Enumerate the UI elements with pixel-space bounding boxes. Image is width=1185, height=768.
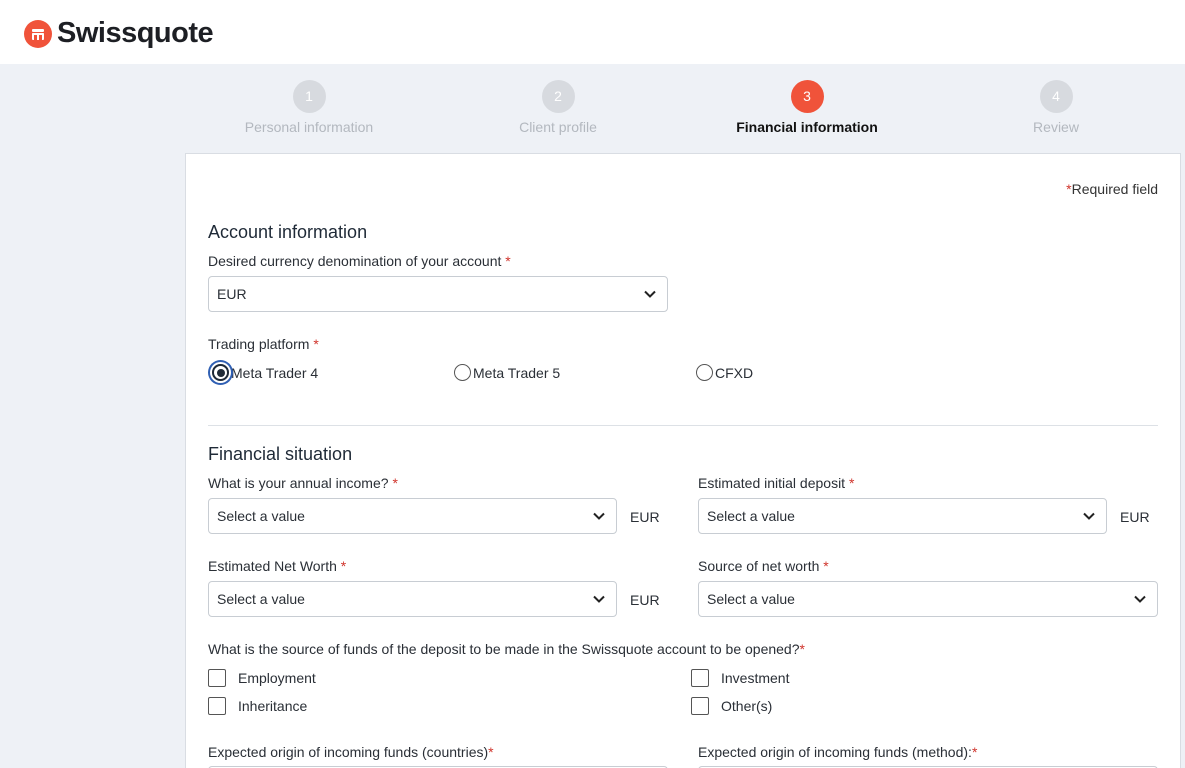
currency-label: Desired currency denomination of your ac… [208,253,511,269]
chevron-down-icon [593,512,605,520]
source-of-funds-label: What is the source of funds of the depos… [208,641,805,657]
step-label: Review [1033,119,1079,135]
radio-meta-trader-4[interactable]: Meta Trader 4 [212,364,318,381]
source-net-worth-label: Source of net worth * [698,558,829,574]
step-client-profile: 2 Client profile [458,80,658,135]
radio-unchecked-icon[interactable] [454,364,471,381]
checkbox-icon[interactable] [691,697,709,715]
net-worth-select-value: Select a value [217,591,305,607]
financial-information-form: *Required field Account information Desi… [185,153,1181,768]
radio-checked-icon[interactable] [212,364,229,381]
progress-stepper: 1 Personal information 2 Client profile … [185,80,1181,146]
swissquote-logo-icon [24,19,52,48]
step-personal-information: 1 Personal information [209,80,409,135]
net-worth-select[interactable]: Select a value [208,581,617,617]
top-bar: Swissquote [0,0,1185,64]
checkbox-inheritance[interactable]: Inheritance [208,697,307,715]
checkbox-icon[interactable] [208,697,226,715]
step-financial-information: 3 Financial information [707,80,907,135]
chevron-down-icon [1134,595,1146,603]
origin-countries-label: Expected origin of incoming funds (count… [208,744,494,760]
chevron-down-icon [644,290,656,298]
radio-cfxd[interactable]: CFXD [696,364,753,381]
section-divider [208,425,1158,426]
checkbox-icon[interactable] [208,669,226,687]
checkbox-others[interactable]: Other(s) [691,697,772,715]
initial-deposit-select-value: Select a value [707,508,795,524]
radio-meta-trader-5[interactable]: Meta Trader 5 [454,364,560,381]
step-number: 1 [292,80,326,113]
checkbox-investment[interactable]: Investment [691,669,789,687]
annual-income-unit: EUR [630,509,660,525]
step-label: Financial information [736,119,878,135]
trading-platform-label: Trading platform * [208,336,319,352]
annual-income-select-value: Select a value [217,508,305,524]
annual-income-select[interactable]: Select a value [208,498,617,534]
checkbox-employment[interactable]: Employment [208,669,316,687]
source-net-worth-select-value: Select a value [707,591,795,607]
section-title-account-information: Account information [208,222,368,242]
step-label: Client profile [519,119,597,135]
chevron-down-icon [593,595,605,603]
step-number: 4 [1039,80,1073,113]
initial-deposit-label: Estimated initial deposit * [698,475,855,491]
source-net-worth-select[interactable]: Select a value [698,581,1158,617]
chevron-down-icon [1083,512,1095,520]
initial-deposit-unit: EUR [1120,509,1150,525]
step-review: 4 Review [956,80,1156,135]
brand-logo[interactable]: Swissquote [24,17,214,50]
origin-method-label: Expected origin of incoming funds (metho… [698,744,978,760]
currency-select-value: EUR [217,286,247,302]
initial-deposit-select[interactable]: Select a value [698,498,1107,534]
net-worth-unit: EUR [630,592,660,608]
checkbox-icon[interactable] [691,669,709,687]
annual-income-label: What is your annual income? * [208,475,398,491]
required-field-note: *Required field [1066,181,1158,197]
net-worth-label: Estimated Net Worth * [208,558,347,574]
step-number: 3 [790,80,824,113]
currency-select[interactable]: EUR [208,276,668,312]
step-label: Personal information [244,119,374,135]
radio-unchecked-icon[interactable] [696,364,713,381]
brand-name: Swissquote [57,17,214,49]
section-title-financial-situation: Financial situation [208,444,353,464]
step-number: 2 [541,80,575,113]
